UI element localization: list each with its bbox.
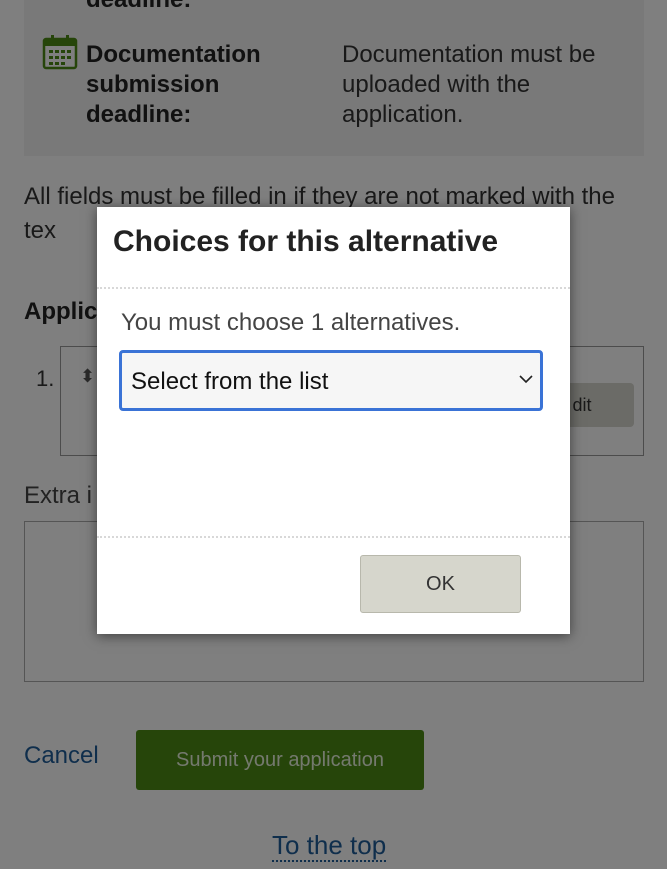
alternatives-select[interactable]: Select from the list xyxy=(119,350,543,411)
dialog-title: Choices for this alternative xyxy=(113,225,499,258)
select-value: Select from the list xyxy=(131,368,329,395)
choices-dialog: Choices for this alternative You must ch… xyxy=(97,207,570,634)
dialog-header-divider xyxy=(97,287,570,289)
dialog-instruction: You must choose 1 alternatives. xyxy=(121,309,461,336)
dialog-footer-divider xyxy=(97,536,570,538)
chevron-down-icon xyxy=(519,375,533,384)
ok-button-label: OK xyxy=(426,572,455,595)
ok-button[interactable]: OK xyxy=(360,555,521,613)
